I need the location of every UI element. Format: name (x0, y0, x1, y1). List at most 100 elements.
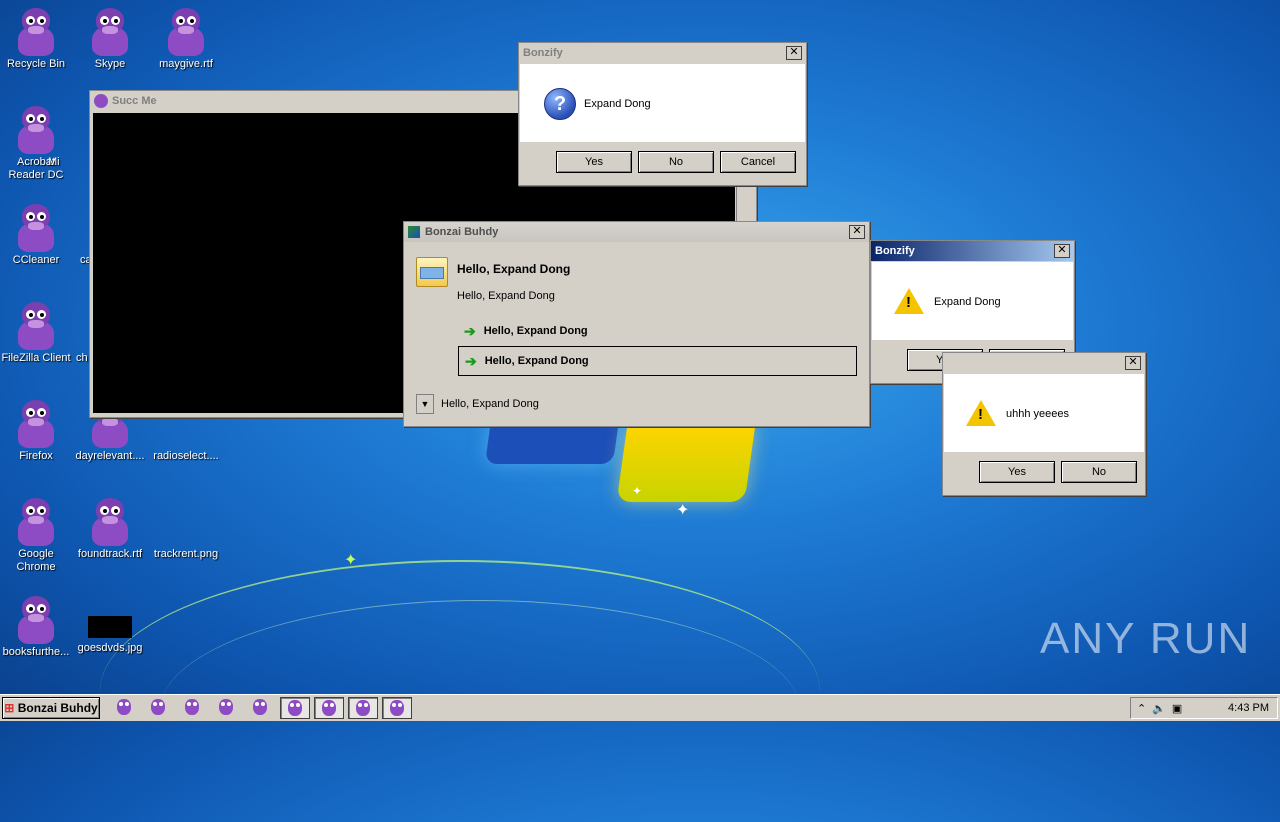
taskbar-button[interactable] (178, 697, 206, 717)
dialog-title: Bonzai Buhdy (425, 226, 499, 238)
desktop-icon[interactable]: Acrobat Reader DC (0, 106, 74, 182)
desktop-icon[interactable]: radioselect.... (148, 450, 224, 463)
command-link-label: Hello, Expand Dong (484, 355, 589, 367)
dialog-titlebar[interactable]: ✕ (943, 353, 1145, 373)
taskbar: ⊞ Bonzai Buhdy ⌃ 🔈 ▣ 4:43 PM (0, 694, 1280, 721)
bonzi-icon (117, 699, 131, 715)
bonzi-icon (16, 596, 56, 644)
system-tray: ⌃ 🔈 ▣ 4:43 PM (1130, 697, 1278, 719)
taskbar-button[interactable] (246, 697, 274, 717)
desktop-icon-label: dayrelevant.... (75, 450, 145, 462)
close-button[interactable]: ✕ (1125, 356, 1141, 370)
close-button[interactable]: ✕ (849, 225, 865, 239)
chevron-up-icon[interactable]: ⌃ (1137, 702, 1146, 715)
dialog-titlebar[interactable]: Bonzify ✕ (871, 241, 1074, 261)
start-label: Bonzai Buhdy (17, 701, 98, 715)
arrow-right-icon: ➔ (464, 322, 476, 339)
windows-logo-icon: ⊞ (4, 701, 15, 715)
bonzi-icon (356, 700, 370, 716)
bonzi-icon (16, 302, 56, 350)
expand-toggle-icon[interactable]: ▼ (416, 394, 434, 414)
command-link[interactable]: ➔ Hello, Expand Dong (458, 319, 856, 343)
desktop-icon[interactable]: foundtrack.rtf (72, 498, 148, 561)
dialog-body: ? Expand Dong (520, 64, 805, 142)
desktop-icon[interactable]: ch (76, 352, 90, 365)
dialog-heading: Hello, Expand Dong (457, 262, 571, 276)
bonzi-icon (166, 8, 206, 56)
window-title: Succ Me (112, 95, 157, 107)
speaker-icon[interactable]: 🔈 (1152, 702, 1166, 715)
desktop-icon-label: ch (76, 352, 88, 364)
desktop-icon-label: maygive.rtf (159, 58, 213, 70)
desktop-icon-label: Google Chrome (16, 548, 56, 573)
question-icon: ? (544, 88, 576, 120)
desktop-icon[interactable]: Firefox (0, 400, 74, 463)
desktop-icon[interactable]: Skype (72, 8, 148, 71)
yes-button[interactable]: Yes (556, 151, 632, 173)
uhhh-warning-dialog[interactable]: ✕ ! uhhh yeeees Yes No (942, 352, 1146, 496)
bonzi-icon (16, 400, 56, 448)
desktop-icon[interactable]: Recycle Bin (0, 8, 74, 71)
desktop-icon[interactable]: trackrent.png (148, 548, 224, 561)
desktop-icon-label: Mi (48, 156, 60, 168)
bonzi-icon (90, 8, 130, 56)
dialog-message: Expand Dong (934, 296, 1001, 308)
close-button[interactable]: ✕ (1054, 244, 1070, 258)
desktop-icon-label: Skype (94, 58, 126, 70)
desktop-icon[interactable]: goesdvds.jpg (72, 596, 148, 655)
yes-button[interactable]: Yes (979, 461, 1055, 483)
desktop-icon[interactable]: FileZilla Client (0, 302, 74, 365)
clock[interactable]: 4:43 PM (1228, 702, 1269, 714)
desktop-icon[interactable]: booksfurthe... (0, 596, 74, 659)
bonzi-icon (253, 699, 267, 715)
bonzi-icon (219, 699, 233, 715)
anyrun-watermark: ANY RUN (1040, 614, 1252, 663)
taskbar-button[interactable] (144, 697, 172, 717)
bonzi-icon (390, 700, 404, 716)
command-link-label: Hello, Expand Dong (483, 325, 588, 337)
no-button[interactable]: No (1061, 461, 1137, 483)
taskbar-button[interactable] (280, 697, 310, 719)
taskbar-button[interactable] (382, 697, 412, 719)
bonzify-question-dialog[interactable]: Bonzify ✕ ? Expand Dong Yes No Cancel (518, 42, 807, 186)
bonzi-icon (16, 106, 56, 154)
desktop-icon-label: booksfurthe... (2, 646, 70, 658)
warning-icon: ! (966, 400, 996, 426)
bonzai-buhdy-dialog[interactable]: Bonzai Buhdy ✕ Hello, Expand Dong Hello,… (403, 221, 870, 427)
taskbar-button-active[interactable] (314, 697, 344, 719)
dialog-title: Bonzify (875, 245, 915, 257)
dialog-message: Expand Dong (584, 98, 651, 110)
taskbar-button[interactable] (212, 697, 240, 717)
desktop-icon-label: Firefox (19, 450, 53, 462)
arrow-right-icon: ➔ (465, 352, 477, 369)
desktop-icon[interactable]: CCleaner (0, 204, 74, 267)
dialog-message: uhhh yeeees (1006, 408, 1069, 420)
no-button[interactable]: No (638, 151, 714, 173)
folder-icon (416, 257, 448, 287)
bonzi-icon (185, 699, 199, 715)
bonzi-icon (94, 94, 108, 108)
desktop-icon[interactable]: Mi (48, 156, 88, 169)
desktop-icon-label: goesdvds.jpg (77, 642, 143, 654)
desktop-icon[interactable]: maygive.rtf (148, 8, 224, 71)
command-link-selected[interactable]: ➔ Hello, Expand Dong (458, 346, 857, 376)
close-button[interactable]: ✕ (786, 46, 802, 60)
network-icon[interactable]: ▣ (1172, 702, 1182, 715)
cancel-button[interactable]: Cancel (720, 151, 796, 173)
bonzi-icon (16, 498, 56, 546)
dialog-title: Bonzify (523, 47, 563, 59)
taskbar-button[interactable] (348, 697, 378, 719)
bonzi-icon (288, 700, 302, 716)
desktop-icon-label: foundtrack.rtf (77, 548, 143, 560)
taskbar-button[interactable] (110, 697, 138, 717)
desktop-icon[interactable]: Google Chrome (0, 498, 74, 574)
dialog-titlebar[interactable]: Bonzai Buhdy ✕ (404, 222, 869, 242)
bonzi-icon (16, 204, 56, 252)
warning-icon: ! (894, 288, 924, 314)
dialog-titlebar[interactable]: Bonzify ✕ (519, 43, 806, 63)
start-button[interactable]: ⊞ Bonzai Buhdy (2, 697, 100, 719)
dialog-body: ! uhhh yeeees (944, 374, 1144, 452)
app-icon (408, 226, 420, 238)
footer-text: Hello, Expand Dong (441, 398, 539, 410)
desktop-icon-label: FileZilla Client (1, 352, 71, 364)
